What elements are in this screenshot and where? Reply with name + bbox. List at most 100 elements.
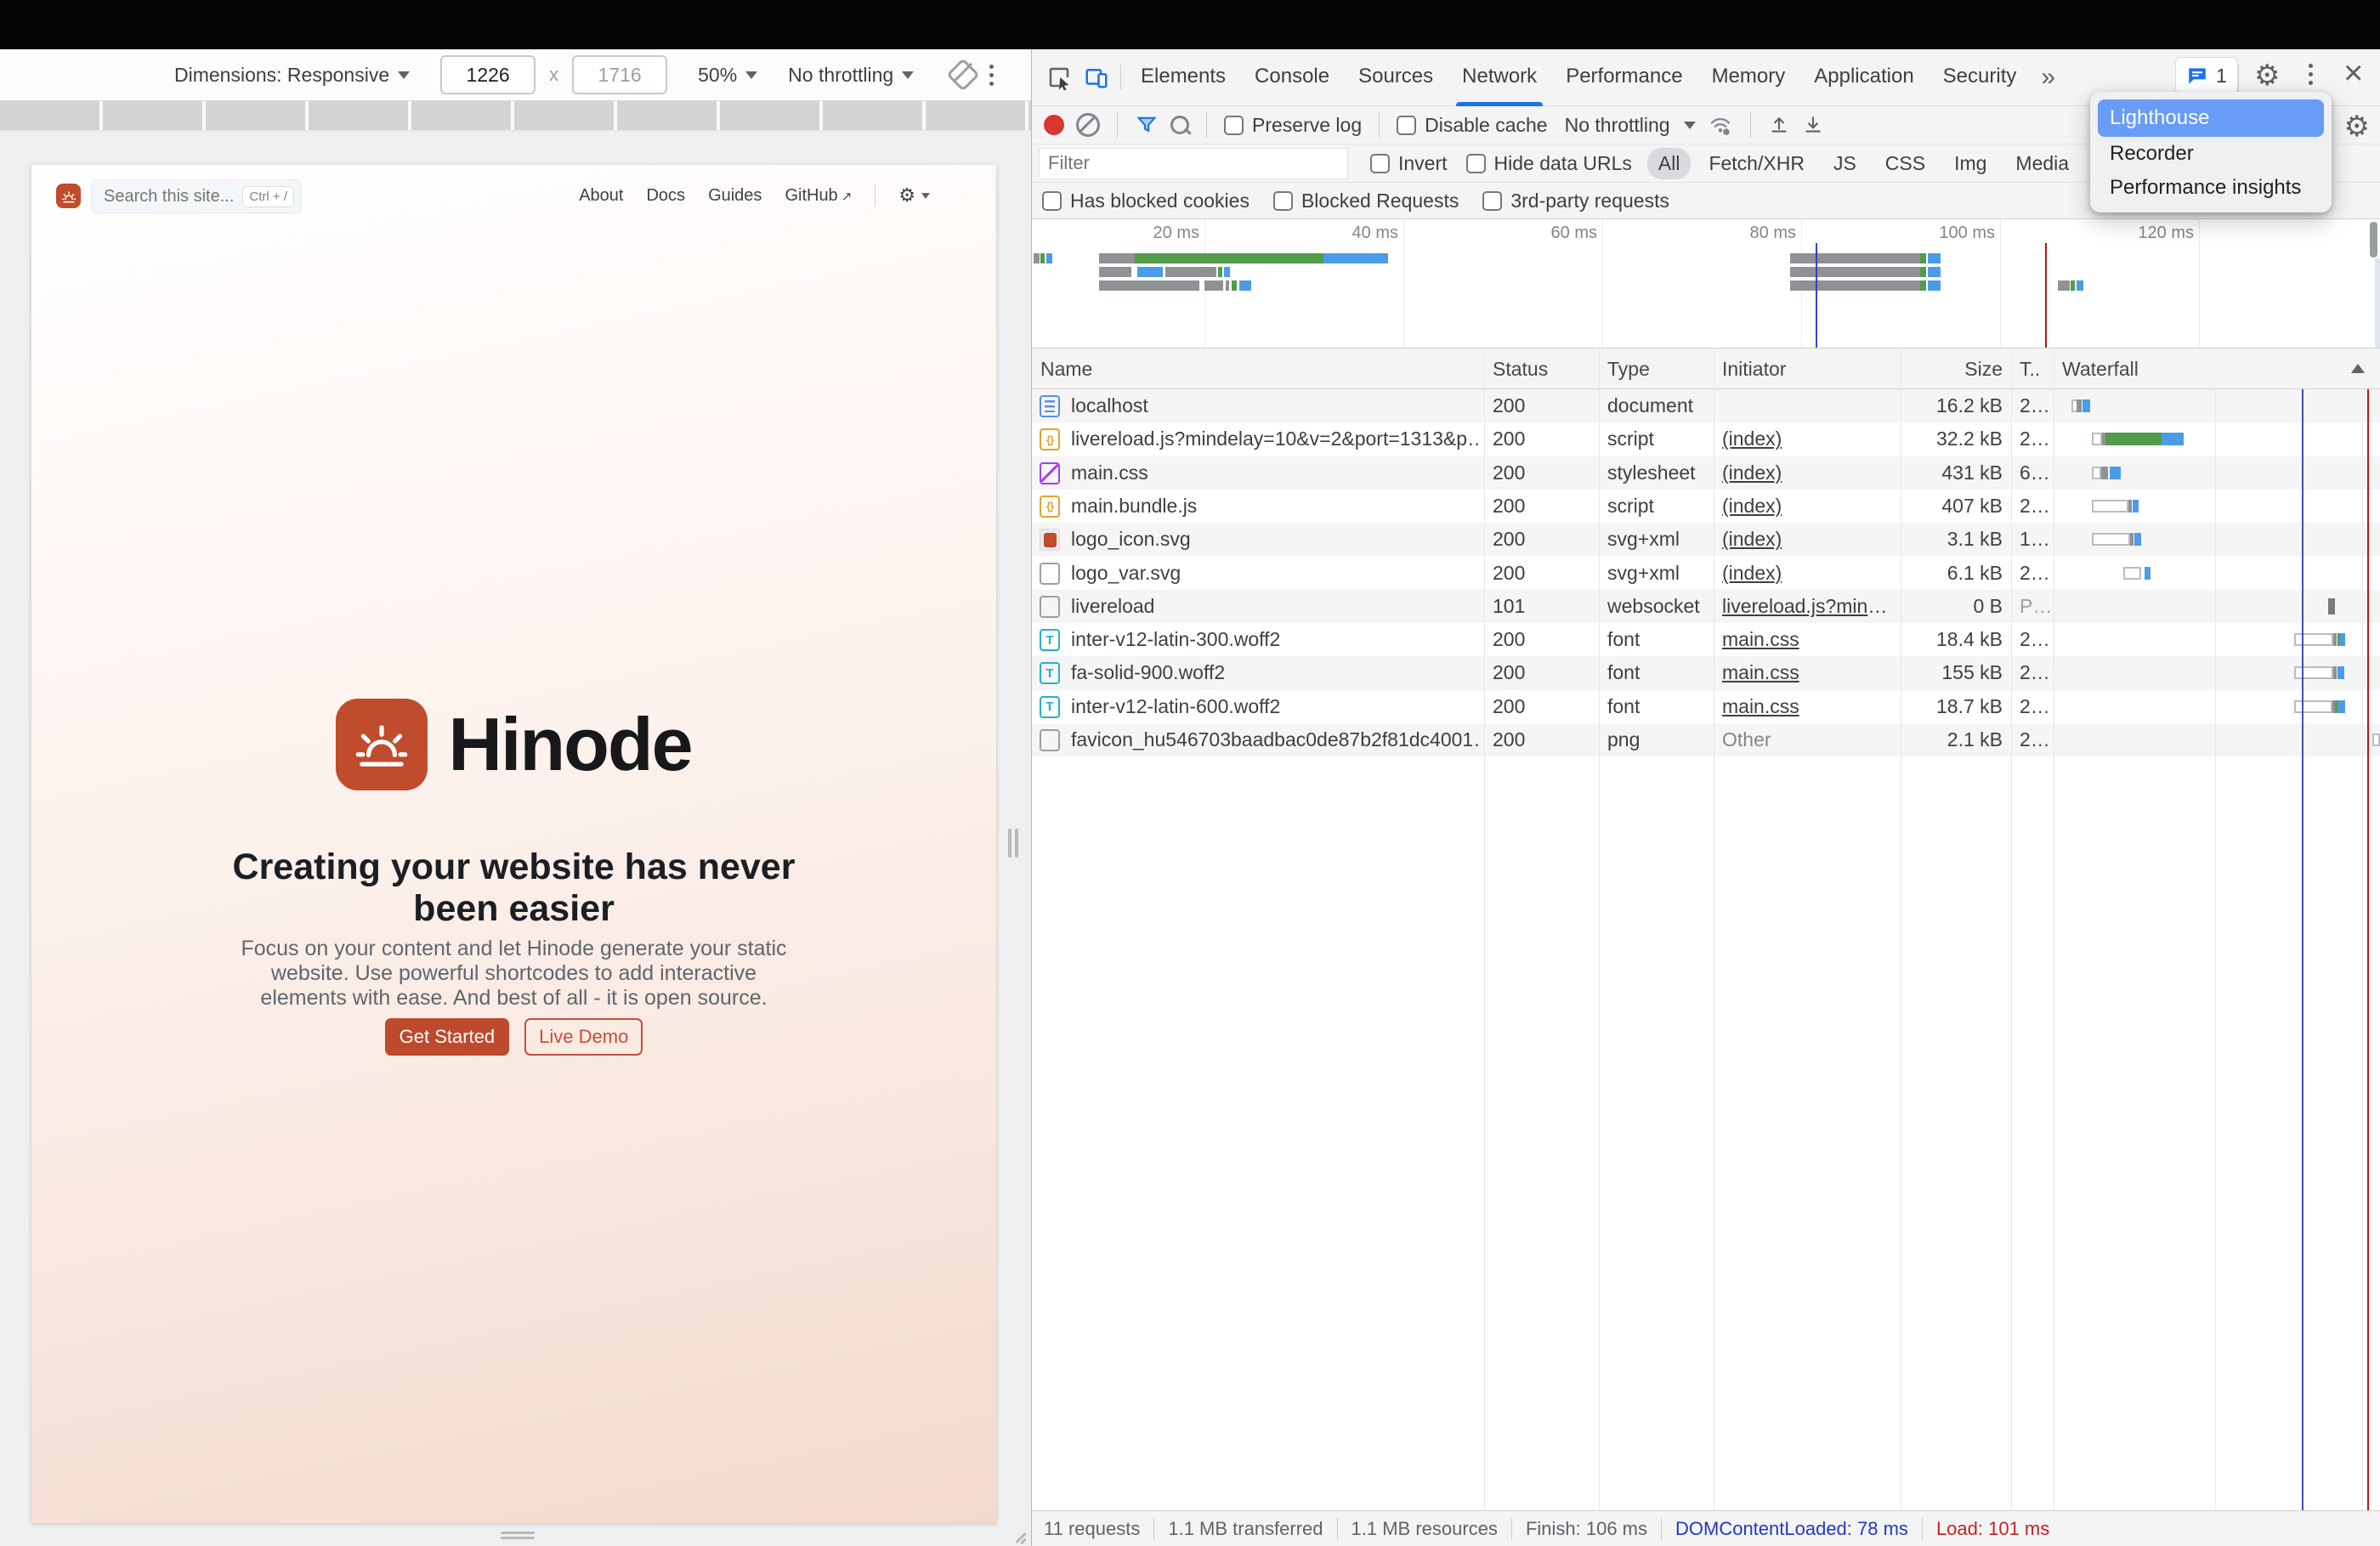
tab-application[interactable]: Application — [1799, 49, 1928, 106]
checkbox[interactable] — [1042, 191, 1062, 211]
column-header-t[interactable]: T.. — [2020, 348, 2040, 389]
table-row[interactable]: localhost200document16.2 kB2… — [1032, 389, 2380, 422]
network-overview-timeline[interactable]: 20 ms40 ms60 ms80 ms100 ms120 ms — [1032, 219, 2380, 348]
network-conditions-icon[interactable] — [1708, 112, 1733, 138]
filter-pill-media[interactable]: Media — [2004, 148, 2080, 179]
column-header-name[interactable]: Name — [1040, 348, 1092, 389]
table-row[interactable]: {}main.bundle.js200script(index)407 kB2… — [1032, 490, 2380, 523]
request-initiator[interactable]: (index) — [1722, 490, 1892, 523]
network-settings-gear-icon[interactable]: ⚙ — [2344, 112, 2370, 141]
search-icon[interactable] — [1170, 116, 1189, 134]
filter-funnel-icon[interactable] — [1135, 113, 1159, 137]
rotate-viewport-icon[interactable] — [946, 58, 980, 92]
column-header-status[interactable]: Status — [1493, 348, 1548, 389]
viewport-resize-handle-corner[interactable] — [1013, 1530, 1028, 1545]
invert-filter-checkbox[interactable]: Invert — [1370, 152, 1448, 175]
devtools-more-options-icon[interactable] — [2309, 64, 2313, 85]
table-row[interactable]: Tinter-v12-latin-300.woff2200fontmain.cs… — [1032, 623, 2380, 656]
table-row[interactable]: Tfa-solid-900.woff2200fontmain.css155 kB… — [1032, 656, 2380, 689]
disable-cache-checkbox[interactable]: Disable cache — [1397, 114, 1547, 137]
export-har-icon[interactable] — [1802, 114, 1824, 136]
viewport-width-input[interactable] — [440, 55, 536, 94]
devtools-close-icon[interactable]: × — [2343, 54, 2363, 93]
site-search-input[interactable] — [92, 186, 241, 207]
network-filter-input[interactable] — [1039, 148, 1348, 179]
nav-link-docs[interactable]: Docs — [646, 186, 685, 206]
more-tabs-button[interactable]: » — [2031, 63, 2066, 92]
dimensions-dropdown[interactable]: Dimensions: Responsive — [174, 64, 410, 87]
device-throttling-dropdown[interactable]: No throttling — [788, 64, 914, 87]
checkbox[interactable] — [1370, 154, 1390, 173]
table-row[interactable]: logo_icon.svg200svg+xml(index)3.1 kB1… — [1032, 523, 2380, 556]
column-header-type[interactable]: Type — [1607, 348, 1650, 389]
filter-pill-all[interactable]: All — [1647, 148, 1692, 179]
filter-check-has-blocked-cookies[interactable]: Has blocked cookies — [1042, 190, 1250, 212]
viewport-resize-handle-right[interactable] — [1008, 829, 1019, 858]
table-row[interactable]: {}livereload.js?mindelay=10&v=2&port=131… — [1032, 422, 2380, 456]
column-header-waterfall[interactable]: Waterfall — [2062, 348, 2139, 389]
filter-pill-js[interactable]: JS — [1822, 148, 1867, 179]
menu-item-performance-insights[interactable]: Performance insights — [2098, 171, 2324, 205]
menu-item-lighthouse[interactable]: Lighthouse — [2098, 99, 2324, 137]
checkbox[interactable] — [1273, 191, 1293, 211]
issues-counter-button[interactable]: 1 — [2175, 57, 2238, 94]
site-logo[interactable] — [56, 184, 81, 208]
request-initiator[interactable]: main.css — [1722, 623, 1892, 656]
column-divider[interactable] — [1599, 348, 1600, 1510]
table-row[interactable]: favicon_hu546703baadbac0de87b2f81dc4001…… — [1032, 723, 2380, 756]
table-row[interactable]: logo_var.svg200svg+xml(index)6.1 kB2… — [1032, 557, 2380, 590]
nav-link-github[interactable]: GitHub↗ — [785, 186, 852, 206]
site-theme-menu[interactable]: ⚙ — [898, 184, 930, 207]
devtools-settings-gear-icon[interactable]: ⚙ — [2254, 61, 2280, 90]
viewport-height-input[interactable] — [572, 55, 667, 94]
checkbox[interactable] — [1466, 154, 1486, 173]
table-row[interactable]: Tinter-v12-latin-600.woff2200fontmain.cs… — [1032, 690, 2380, 723]
live-demo-button[interactable]: Live Demo — [524, 1018, 643, 1056]
import-har-icon[interactable] — [1768, 114, 1790, 136]
request-initiator[interactable]: livereload.js?mind… — [1722, 590, 1892, 623]
sort-ascending-icon[interactable] — [2351, 364, 2365, 373]
tab-memory[interactable]: Memory — [1697, 49, 1800, 106]
filter-pill-img[interactable]: Img — [1943, 148, 1998, 179]
filter-pill-fetch-xhr[interactable]: Fetch/XHR — [1697, 148, 1815, 179]
tab-network[interactable]: Network — [1448, 49, 1551, 106]
hide-data-urls-checkbox[interactable]: Hide data URLs — [1466, 152, 1632, 175]
site-search[interactable]: Ctrl + / — [91, 179, 302, 213]
viewport-resize-handle-bottom[interactable] — [501, 1532, 535, 1539]
clear-network-log-icon[interactable] — [1076, 113, 1100, 137]
table-row[interactable]: main.css200stylesheet(index)431 kB6… — [1032, 456, 2380, 490]
overview-scrollbar-thumb[interactable] — [2370, 222, 2377, 258]
inspect-element-icon[interactable] — [1040, 59, 1078, 96]
request-initiator[interactable]: (index) — [1722, 422, 1892, 456]
filter-pill-css[interactable]: CSS — [1874, 148, 1936, 179]
device-toolbar-more-icon[interactable] — [989, 65, 994, 86]
request-initiator[interactable]: (index) — [1722, 557, 1892, 590]
toggle-device-toolbar-icon[interactable] — [1078, 59, 1115, 96]
zoom-dropdown[interactable]: 50% — [698, 64, 757, 87]
request-initiator[interactable]: (index) — [1722, 456, 1892, 490]
tab-security[interactable]: Security — [1929, 49, 2032, 106]
filter-check-3rd-party-requests[interactable]: 3rd-party requests — [1482, 190, 1669, 212]
checkbox[interactable] — [1224, 116, 1244, 135]
request-initiator[interactable]: main.css — [1722, 690, 1892, 723]
nav-link-guides[interactable]: Guides — [708, 186, 762, 206]
menu-item-recorder[interactable]: Recorder — [2098, 137, 2324, 171]
column-divider[interactable] — [2011, 348, 2012, 1510]
record-network-log-icon[interactable] — [1044, 115, 1064, 135]
column-header-size[interactable]: Size — [1901, 348, 2003, 389]
nav-link-about[interactable]: About — [579, 186, 623, 206]
checkbox[interactable] — [1397, 116, 1416, 135]
tab-sources[interactable]: Sources — [1344, 49, 1448, 106]
preserve-log-checkbox[interactable]: Preserve log — [1224, 114, 1362, 137]
table-row[interactable]: livereload101websocketlivereload.js?mind… — [1032, 590, 2380, 623]
tab-elements[interactable]: Elements — [1126, 49, 1240, 106]
column-header-initiator[interactable]: Initiator — [1722, 348, 1786, 389]
filter-check-blocked-requests[interactable]: Blocked Requests — [1273, 190, 1459, 212]
request-initiator[interactable]: (index) — [1722, 523, 1892, 556]
tab-console[interactable]: Console — [1240, 49, 1344, 106]
network-throttling-dropdown[interactable]: No throttling — [1565, 114, 1696, 137]
checkbox[interactable] — [1482, 191, 1502, 211]
tab-performance[interactable]: Performance — [1551, 49, 1697, 106]
request-initiator[interactable]: main.css — [1722, 656, 1892, 689]
column-divider[interactable] — [1484, 348, 1485, 1510]
